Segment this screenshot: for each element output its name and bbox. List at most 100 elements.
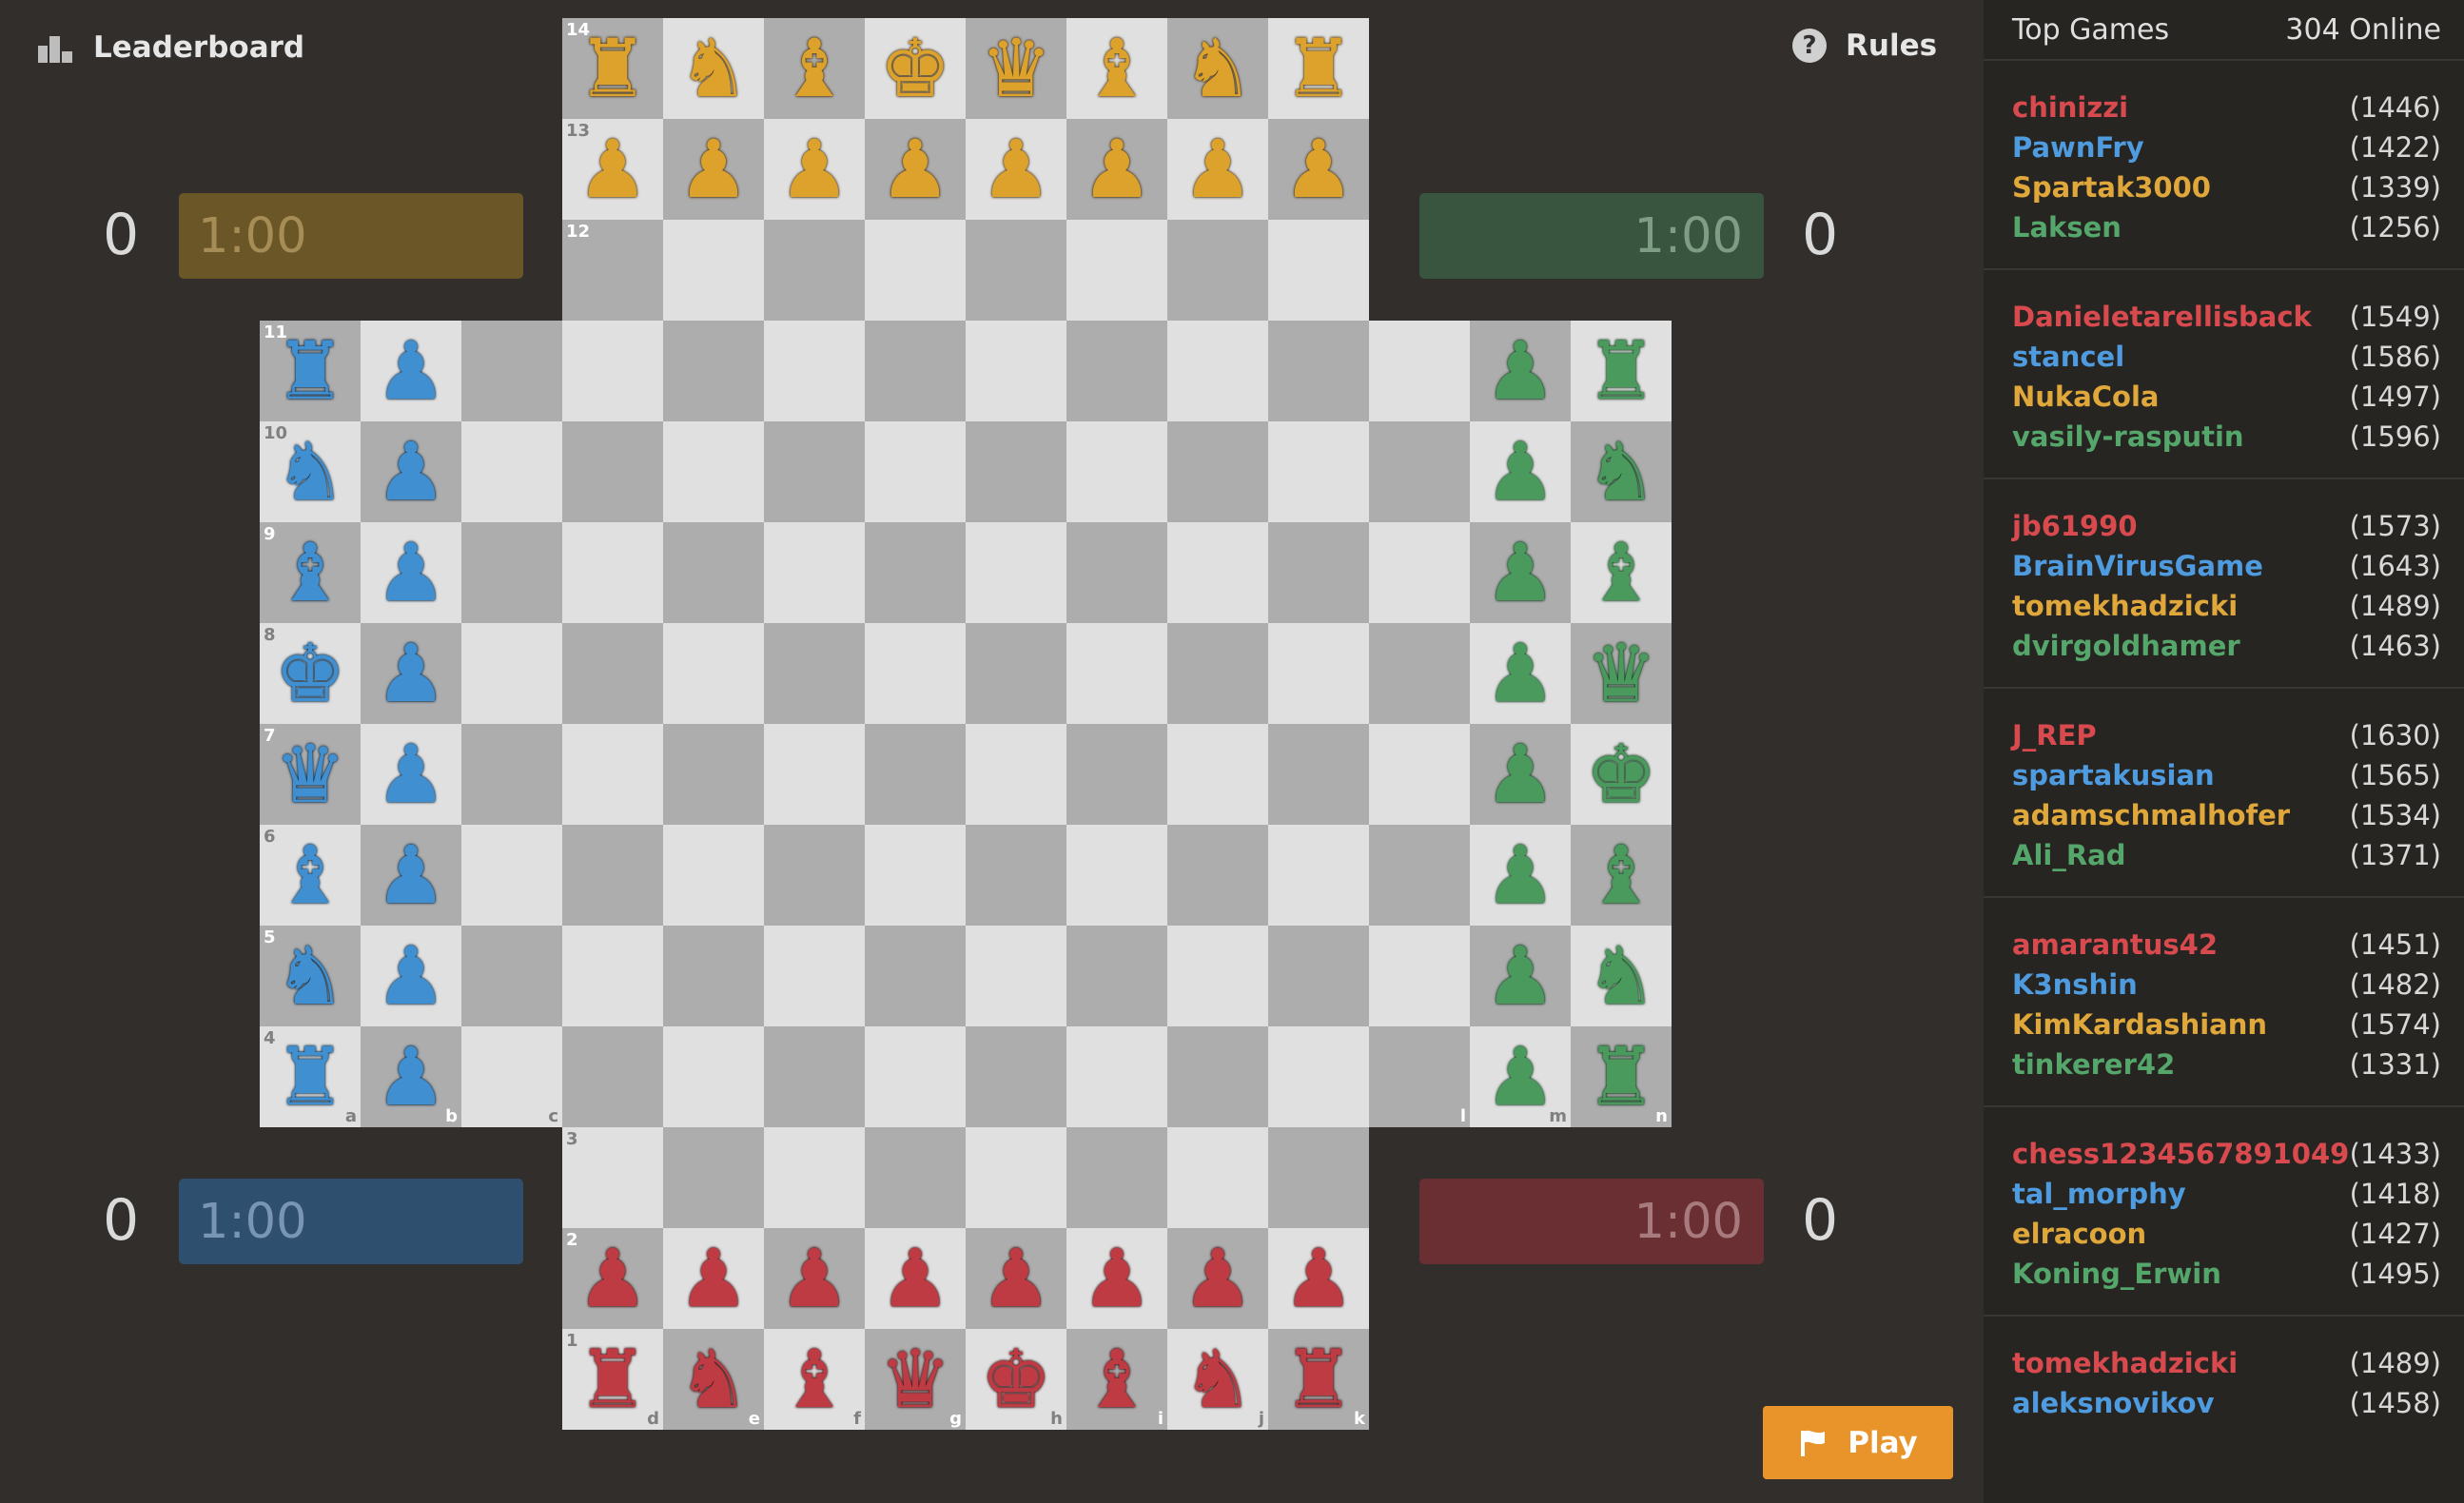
square-d11[interactable] <box>562 321 663 421</box>
square-h9[interactable] <box>966 522 1066 623</box>
square-k6[interactable] <box>1268 825 1369 926</box>
square-e4[interactable] <box>663 1026 764 1127</box>
yellow-pawn-piece[interactable]: ♟ <box>966 119 1066 220</box>
square-j8[interactable] <box>1167 623 1268 724</box>
square-b5[interactable]: ♟ <box>361 926 461 1026</box>
top-game-entry[interactable]: chess1234567891049 (1433) tal_morphy (1418)… <box>1984 1107 2464 1317</box>
square-n8[interactable]: ♛ <box>1571 623 1672 724</box>
yellow-bishop-piece[interactable]: ♝ <box>1066 18 1167 119</box>
blue-pawn-piece[interactable]: ♟ <box>361 926 461 1026</box>
square-l10[interactable] <box>1369 421 1470 522</box>
red-queen-piece[interactable]: ♛ <box>865 1329 966 1430</box>
square-e9[interactable] <box>663 522 764 623</box>
square-j14[interactable]: ♞ <box>1167 18 1268 119</box>
yellow-king-piece[interactable]: ♚ <box>865 18 966 119</box>
square-a11[interactable]: 11 ♜ <box>260 321 361 421</box>
square-l4[interactable]: l <box>1369 1026 1470 1127</box>
square-h3[interactable] <box>966 1127 1066 1228</box>
square-j5[interactable] <box>1167 926 1268 1026</box>
square-f14[interactable]: ♝ <box>764 18 865 119</box>
square-i4[interactable] <box>1066 1026 1167 1127</box>
square-h7[interactable] <box>966 724 1066 825</box>
square-d3[interactable]: 3 <box>562 1127 663 1228</box>
square-h13[interactable]: ♟ <box>966 119 1066 220</box>
square-k8[interactable] <box>1268 623 1369 724</box>
square-k11[interactable] <box>1268 321 1369 421</box>
square-m7[interactable]: ♟ <box>1470 724 1571 825</box>
square-e8[interactable] <box>663 623 764 724</box>
square-e11[interactable] <box>663 321 764 421</box>
square-a9[interactable]: 9 ♝ <box>260 522 361 623</box>
square-k10[interactable] <box>1268 421 1369 522</box>
square-g8[interactable] <box>865 623 966 724</box>
blue-rook-piece[interactable]: ♜ <box>260 1026 361 1127</box>
square-m10[interactable]: ♟ <box>1470 421 1571 522</box>
square-g3[interactable] <box>865 1127 966 1228</box>
square-h2[interactable]: ♟ <box>966 1228 1066 1329</box>
square-h11[interactable] <box>966 321 1066 421</box>
square-h12[interactable] <box>966 220 1066 321</box>
red-rook-piece[interactable]: ♜ <box>562 1329 663 1430</box>
square-h5[interactable] <box>966 926 1066 1026</box>
square-c7[interactable] <box>461 724 562 825</box>
square-e1[interactable]: e ♞ <box>663 1329 764 1430</box>
square-e12[interactable] <box>663 220 764 321</box>
top-game-entry[interactable]: amarantus42 (1451) K3nshin (1482) KimKardash… <box>1984 898 2464 1107</box>
square-j3[interactable] <box>1167 1127 1268 1228</box>
square-e13[interactable]: ♟ <box>663 119 764 220</box>
square-b6[interactable]: ♟ <box>361 825 461 926</box>
square-h14[interactable]: ♛ <box>966 18 1066 119</box>
blue-pawn-piece[interactable]: ♟ <box>361 724 461 825</box>
red-pawn-piece[interactable]: ♟ <box>865 1228 966 1329</box>
top-game-entry[interactable]: chinizzi (1446) PawnFry (1422) Spartak3000 (1… <box>1984 61 2464 270</box>
square-f2[interactable]: ♟ <box>764 1228 865 1329</box>
square-n6[interactable]: ♝ <box>1571 825 1672 926</box>
green-pawn-piece[interactable]: ♟ <box>1470 825 1571 926</box>
square-i6[interactable] <box>1066 825 1167 926</box>
square-d8[interactable] <box>562 623 663 724</box>
square-j12[interactable] <box>1167 220 1268 321</box>
square-n11[interactable]: ♜ <box>1571 321 1672 421</box>
red-pawn-piece[interactable]: ♟ <box>1167 1228 1268 1329</box>
square-b9[interactable]: ♟ <box>361 522 461 623</box>
square-b8[interactable]: ♟ <box>361 623 461 724</box>
square-f13[interactable]: ♟ <box>764 119 865 220</box>
square-e7[interactable] <box>663 724 764 825</box>
blue-pawn-piece[interactable]: ♟ <box>361 623 461 724</box>
square-h10[interactable] <box>966 421 1066 522</box>
red-bishop-piece[interactable]: ♝ <box>764 1329 865 1430</box>
square-e10[interactable] <box>663 421 764 522</box>
square-i3[interactable] <box>1066 1127 1167 1228</box>
square-a4[interactable]: 4 a ♜ <box>260 1026 361 1127</box>
square-g10[interactable] <box>865 421 966 522</box>
yellow-bishop-piece[interactable]: ♝ <box>764 18 865 119</box>
red-rook-piece[interactable]: ♜ <box>1268 1329 1369 1430</box>
square-c5[interactable] <box>461 926 562 1026</box>
green-knight-piece[interactable]: ♞ <box>1571 421 1672 522</box>
red-pawn-piece[interactable]: ♟ <box>1268 1228 1369 1329</box>
square-i1[interactable]: i ♝ <box>1066 1329 1167 1430</box>
chess-board[interactable]: 1 d ♜ e ♞ f ♝ g ♛ h ♚ i ♝ j ♞ k ♜ 2 ♟ ♟ ♟ ♟ ♟ ♟ ♟ ♟ 3 4 a ♜ b ♟ c l m ♟ n ♜ 5 ♞… <box>260 18 1672 1430</box>
yellow-pawn-piece[interactable]: ♟ <box>1167 119 1268 220</box>
green-king-piece[interactable]: ♚ <box>1571 724 1672 825</box>
square-k9[interactable] <box>1268 522 1369 623</box>
square-i12[interactable] <box>1066 220 1167 321</box>
square-e14[interactable]: ♞ <box>663 18 764 119</box>
square-g13[interactable]: ♟ <box>865 119 966 220</box>
blue-bishop-piece[interactable]: ♝ <box>260 825 361 926</box>
blue-pawn-piece[interactable]: ♟ <box>361 522 461 623</box>
square-i14[interactable]: ♝ <box>1066 18 1167 119</box>
square-i9[interactable] <box>1066 522 1167 623</box>
square-l11[interactable] <box>1369 321 1470 421</box>
square-i5[interactable] <box>1066 926 1167 1026</box>
yellow-pawn-piece[interactable]: ♟ <box>764 119 865 220</box>
blue-king-piece[interactable]: ♚ <box>260 623 361 724</box>
blue-knight-piece[interactable]: ♞ <box>260 421 361 522</box>
yellow-pawn-piece[interactable]: ♟ <box>663 119 764 220</box>
yellow-pawn-piece[interactable]: ♟ <box>1268 119 1369 220</box>
square-l7[interactable] <box>1369 724 1470 825</box>
square-g4[interactable] <box>865 1026 966 1127</box>
square-n10[interactable]: ♞ <box>1571 421 1672 522</box>
square-g12[interactable] <box>865 220 966 321</box>
red-bishop-piece[interactable]: ♝ <box>1066 1329 1167 1430</box>
